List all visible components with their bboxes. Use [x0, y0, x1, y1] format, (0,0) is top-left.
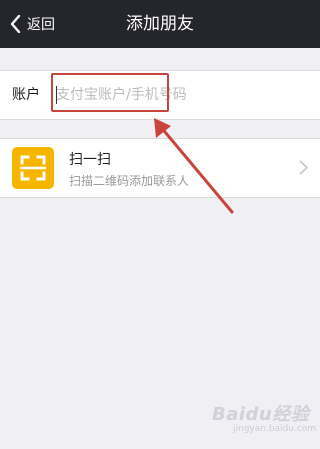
scan-title: 扫一扫	[69, 152, 111, 168]
chevron-right-icon	[299, 160, 309, 179]
account-row: 账户	[0, 70, 320, 120]
back-label: 返回	[27, 17, 55, 33]
scan-icon	[12, 147, 54, 189]
scan-row[interactable]: 扫一扫 扫描二维码添加联系人	[0, 138, 320, 198]
chevron-left-icon	[10, 15, 21, 33]
watermark-url: jingyan.baidu.com	[233, 424, 317, 434]
watermark: Baidu经验	[212, 404, 310, 425]
annotation-arrow	[154, 118, 234, 214]
navigation-bar: 返回 添加朋友	[0, 0, 320, 48]
back-button[interactable]: 返回	[10, 0, 55, 48]
account-input[interactable]	[56, 83, 296, 107]
scan-subtitle: 扫描二维码添加联系人	[69, 174, 190, 188]
account-label: 账户	[12, 87, 40, 103]
text-cursor	[56, 86, 57, 104]
